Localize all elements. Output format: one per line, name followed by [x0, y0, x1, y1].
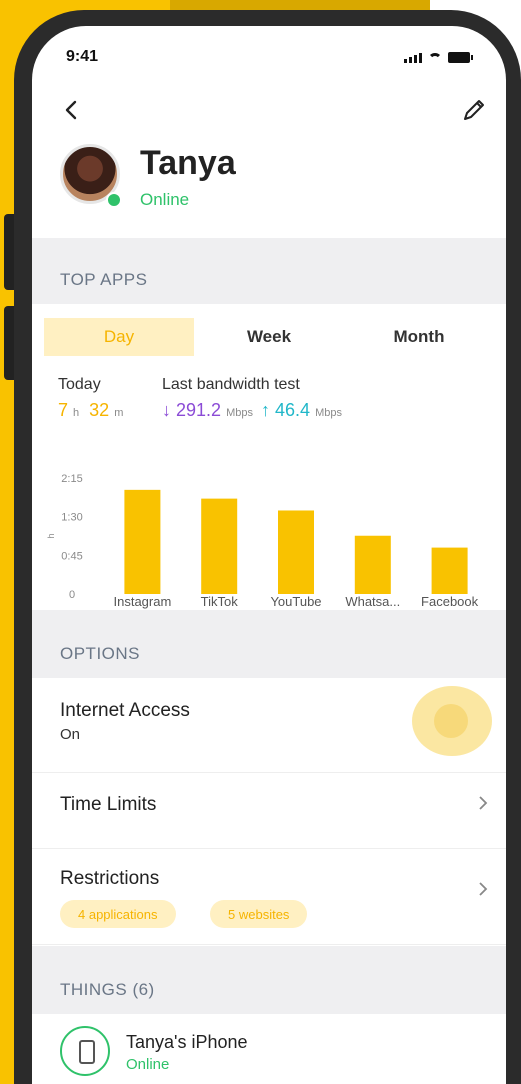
upload-number: 46.4 [275, 400, 311, 420]
x-tick-label: Facebook [421, 594, 479, 609]
y-tick-label: 2:15 [61, 473, 82, 485]
x-tick-label: Instagram [113, 594, 171, 609]
thing-title[interactable]: Tanya's iPhone [126, 1032, 248, 1053]
today-hours-unit: h [73, 407, 80, 419]
profile-name: Tanya [140, 144, 236, 182]
tab-day[interactable]: Day [44, 318, 194, 356]
today-label: Today [58, 376, 101, 393]
internet-access-status: On [60, 726, 81, 743]
profile-presence: Online [140, 190, 190, 209]
option-restrictions[interactable]: Restrictions [32, 848, 506, 945]
upload-arrow-icon: ↑ [260, 400, 270, 420]
download-arrow-icon: ↓ [162, 400, 171, 420]
y-axis-label: h [46, 533, 56, 538]
download-unit: Mbps [226, 407, 253, 419]
tab-week[interactable]: Week [194, 318, 344, 356]
section-title-things: THINGS (6) [60, 980, 155, 999]
chart-bar [201, 498, 238, 594]
chip-applications[interactable]: 4 applications [60, 900, 176, 928]
download-value: ↓ 291.2 [162, 400, 221, 420]
top-apps-chart: 2:15 1:30 0:45 0 h Instagram TikTok YouTube What… [46, 473, 479, 609]
x-tick-label: Whatsa... [345, 594, 400, 609]
signal-icon [404, 53, 422, 63]
today-usage: 7 h 32 m [58, 400, 123, 421]
phone-device-icon [60, 1026, 110, 1076]
y-tick-label: 1:30 [61, 512, 82, 524]
x-tick-label: TikTok [201, 594, 239, 609]
time-limits-title: Time Limits [60, 794, 157, 815]
bandwidth-values: ↓ 291.2 Mbps ↑ 46.4 Mbps [162, 400, 342, 421]
bandwidth-label: Last bandwidth test [162, 376, 300, 393]
background-yellow-top-dark [170, 0, 430, 10]
chevron-right-icon[interactable] [476, 796, 490, 810]
internet-access-title: Internet Access [60, 700, 190, 721]
status-time: 9:41 [66, 48, 99, 65]
chip-websites[interactable]: 5 websites [210, 900, 308, 928]
upload-unit: Mbps [315, 407, 342, 419]
wifi-icon [428, 53, 442, 63]
tab-month[interactable]: Month [344, 318, 494, 356]
download-number: 291.2 [176, 400, 222, 420]
back-chevron-icon[interactable] [60, 98, 84, 122]
x-tick-label: YouTube [270, 594, 321, 609]
chart-bar [431, 547, 468, 594]
chart-bar [278, 510, 314, 594]
section-title-top-apps: TOP APPS [60, 270, 148, 289]
battery-icon [448, 52, 473, 63]
section-title-options: OPTIONS [60, 644, 141, 663]
chevron-right-icon[interactable] [476, 882, 490, 896]
chart-bar [354, 535, 391, 594]
options-header: OPTIONS [32, 610, 506, 678]
phone-screen: 9:41 Tanya Online TOP APPS Day Week Mont… [32, 26, 506, 1084]
option-time-limits[interactable]: Time Limits [32, 772, 506, 849]
top-apps-header: TOP APPS [32, 238, 506, 304]
status-bar: 9:41 [32, 26, 506, 86]
today-hours: 7 [58, 400, 69, 420]
today-minutes-unit: m [114, 407, 124, 419]
y-tick-label: 0:45 [61, 550, 82, 562]
upload-value: ↑ 46.4 [261, 400, 310, 420]
things-header: THINGS (6) [32, 946, 506, 1014]
online-status-dot [106, 192, 122, 208]
period-tabs: Day Week Month [44, 318, 494, 356]
thing-status: Online [126, 1056, 170, 1073]
status-icons [404, 52, 473, 63]
restrictions-title: Restrictions [60, 868, 160, 889]
today-minutes: 32 [89, 400, 110, 420]
y-tick-label: 0 [69, 589, 75, 601]
chart-bar [124, 489, 161, 594]
edit-pencil-icon[interactable] [460, 96, 488, 124]
internet-access-toggle[interactable] [412, 686, 492, 756]
